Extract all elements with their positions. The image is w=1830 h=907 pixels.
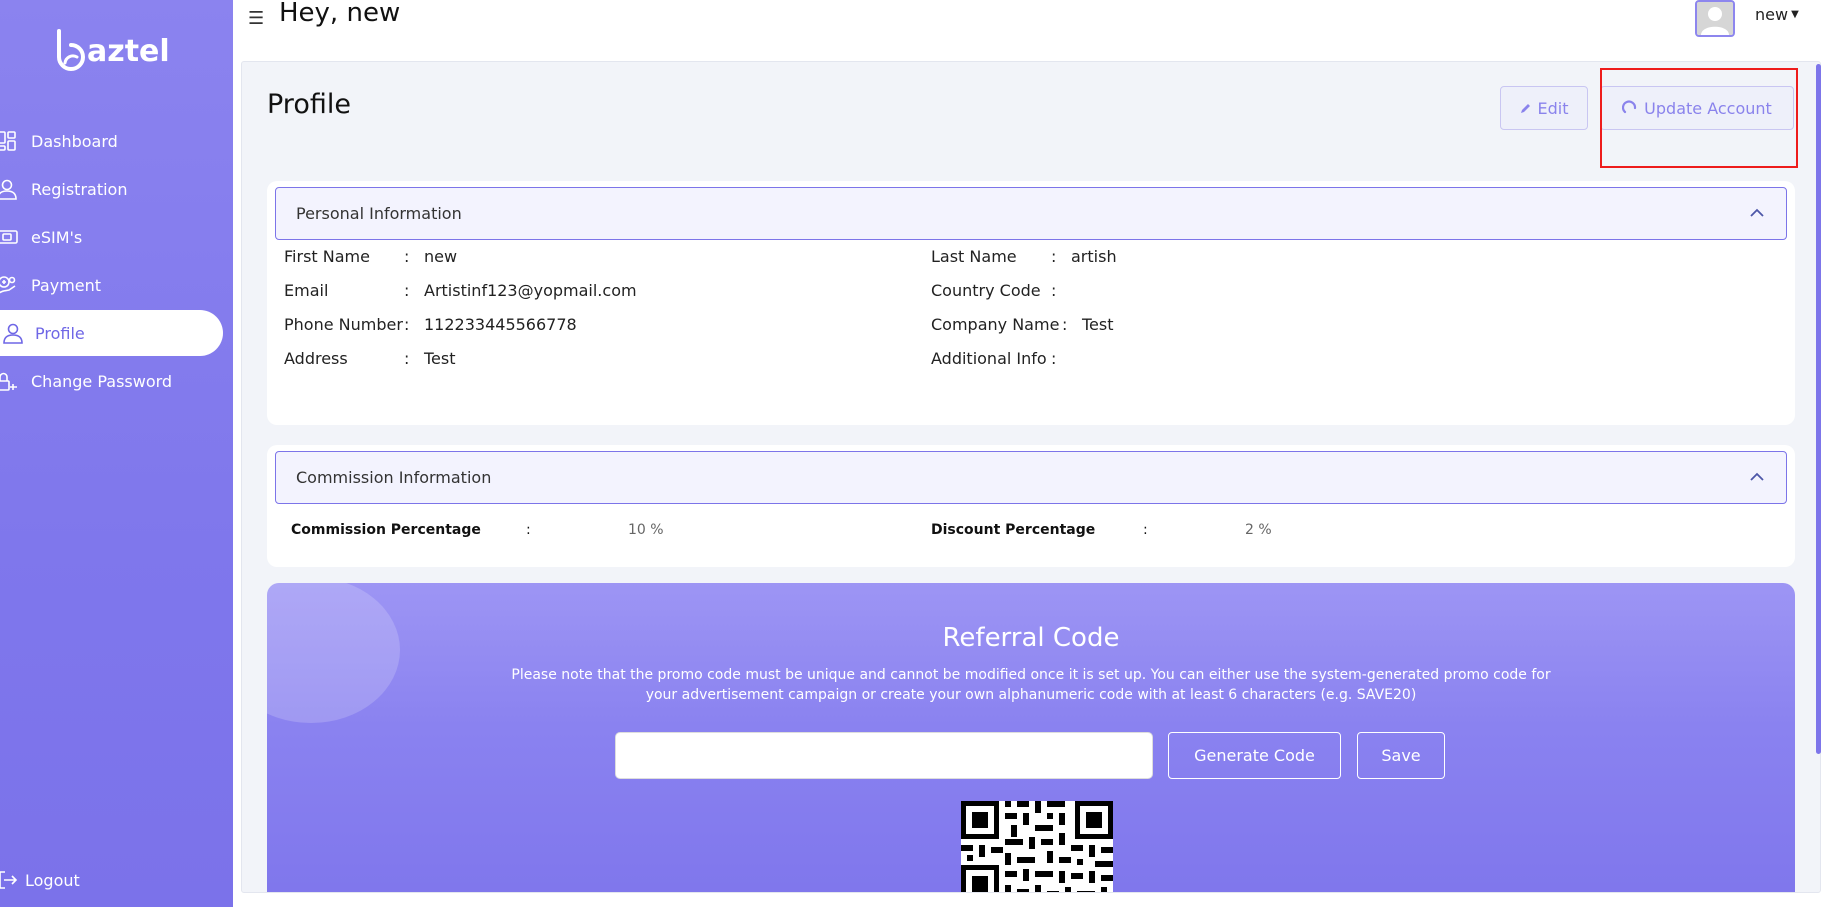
- field-value: Artistinf123@yopmail.com: [424, 281, 637, 300]
- last-name-row: Last Name : artish: [931, 247, 1117, 266]
- field-value: 112233445566778: [424, 315, 577, 334]
- personal-info-card: Personal Information First Name : new Em…: [267, 181, 1795, 425]
- avatar[interactable]: [1695, 0, 1735, 37]
- generate-code-button[interactable]: Generate Code: [1168, 732, 1341, 779]
- field-label: First Name: [284, 247, 370, 266]
- colon: :: [404, 349, 410, 368]
- pencil-icon: [1520, 104, 1530, 113]
- edit-button[interactable]: Edit: [1500, 86, 1588, 130]
- referral-note: Please note that the promo code must be …: [511, 667, 1551, 703]
- decorative-circle: [267, 583, 400, 723]
- field-label: Company Name: [931, 315, 1060, 334]
- field-label: Phone Number: [284, 315, 403, 334]
- sidebar-nav: Dashboard Registration eSIM's Payment Pr…: [0, 118, 233, 406]
- discount-percentage-label: Discount Percentage: [931, 522, 1096, 538]
- sidebar-item-label: Registration: [31, 179, 128, 199]
- scrollbar[interactable]: [1816, 64, 1821, 754]
- chevron-up-icon[interactable]: [1748, 468, 1766, 486]
- colon: :: [1051, 281, 1057, 300]
- country-code-row: Country Code :: [931, 281, 1071, 300]
- colon: :: [1143, 522, 1148, 538]
- user-name: new: [1755, 5, 1789, 24]
- avatar-placeholder-icon: [1697, 2, 1733, 35]
- field-label: Additional Info: [931, 349, 1047, 368]
- email-row: Email : Artistinf123@yopmail.com: [284, 281, 637, 300]
- first-name-row: First Name : new: [284, 247, 457, 266]
- topbar: ☰ Hey, new new ▼: [233, 0, 1830, 60]
- caret-down-icon: ▼: [1791, 9, 1799, 20]
- sidebar-item-label: Profile: [35, 323, 85, 343]
- referral-title: Referral Code: [942, 623, 1120, 653]
- chevron-up-icon[interactable]: [1748, 204, 1766, 222]
- user-icon: [0, 179, 17, 200]
- sidebar-item-payment[interactable]: Payment: [0, 262, 233, 308]
- colon: :: [1051, 349, 1057, 368]
- commission-info-card: Commission Information Commission Percen…: [267, 445, 1795, 567]
- password-icon: [0, 372, 17, 391]
- sidebar-item-label: Dashboard: [31, 131, 118, 151]
- field-value: Test: [424, 349, 456, 368]
- sidebar-item-change-password[interactable]: Change Password: [0, 358, 233, 404]
- logout-icon: [0, 871, 18, 889]
- referral-code-panel: Referral Code Please note that the promo…: [267, 583, 1795, 892]
- edit-label: Edit: [1537, 98, 1569, 118]
- field-value: new: [424, 247, 458, 266]
- field-value: Test: [1082, 315, 1114, 334]
- sim-icon: [0, 230, 18, 244]
- qr-code-icon: [961, 801, 1113, 892]
- sidebar: aztel Dashboard Registration eSIM's Paym…: [0, 0, 233, 907]
- colon: :: [404, 247, 410, 266]
- sidebar-item-label: eSIM's: [31, 227, 83, 247]
- phone-row: Phone Number : 112233445566778: [284, 315, 577, 334]
- sidebar-item-label: Payment: [31, 275, 102, 295]
- discount-percentage-value: 2 %: [1245, 522, 1272, 538]
- sidebar-item-registration[interactable]: Registration: [0, 166, 233, 212]
- sidebar-item-dashboard[interactable]: Dashboard: [0, 118, 233, 164]
- field-label: Last Name: [931, 247, 1017, 266]
- field-label: Country Code: [931, 281, 1041, 300]
- sidebar-item-label: Change Password: [31, 371, 173, 391]
- commission-percentage-value: 10 %: [628, 522, 664, 538]
- field-label: Email: [284, 281, 329, 300]
- colon: :: [404, 315, 410, 334]
- page-title: Profile: [267, 89, 351, 120]
- address-row: Address : Test: [284, 349, 456, 368]
- hamburger-menu-icon[interactable]: ☰: [248, 8, 264, 29]
- field-value: artish: [1071, 247, 1117, 266]
- sidebar-item-esims[interactable]: eSIM's: [0, 214, 233, 260]
- sidebar-item-profile[interactable]: Profile: [0, 310, 223, 356]
- logo-text: aztel: [87, 33, 170, 69]
- payment-icon: [0, 276, 16, 294]
- referral-code-input[interactable]: [615, 732, 1153, 779]
- commission-info-heading: Commission Information: [296, 468, 492, 487]
- commission-percentage-label: Commission Percentage: [291, 522, 481, 538]
- additional-info-row: Additional Info :: [931, 349, 1071, 368]
- commission-info-header[interactable]: Commission Information: [275, 451, 1787, 504]
- discount-percentage-row: Discount Percentage : 2 %: [931, 522, 1272, 538]
- logout-label: Logout: [25, 870, 80, 890]
- logo: aztel: [55, 26, 175, 76]
- logout-button[interactable]: Logout: [0, 858, 233, 902]
- colon: :: [404, 281, 410, 300]
- colon: :: [526, 522, 531, 538]
- highlight-annotation-box: [1600, 68, 1798, 168]
- profile-icon: [3, 323, 23, 344]
- personal-info-header[interactable]: Personal Information: [275, 187, 1787, 240]
- colon: :: [1051, 247, 1057, 266]
- colon: :: [1062, 315, 1068, 334]
- greeting-title: Hey, new: [279, 0, 401, 28]
- dashboard-icon: [0, 131, 16, 151]
- user-menu-dropdown[interactable]: new ▼: [1755, 5, 1799, 24]
- main-panel: Profile Edit Update Account Personal Inf…: [241, 61, 1821, 893]
- personal-info-heading: Personal Information: [296, 204, 462, 223]
- logo-mark-icon: [57, 29, 85, 71]
- commission-percentage-row: Commission Percentage : 10 %: [291, 522, 664, 538]
- field-label: Address: [284, 349, 348, 368]
- company-name-row: Company Name : Test: [931, 315, 1114, 334]
- save-button[interactable]: Save: [1357, 732, 1445, 779]
